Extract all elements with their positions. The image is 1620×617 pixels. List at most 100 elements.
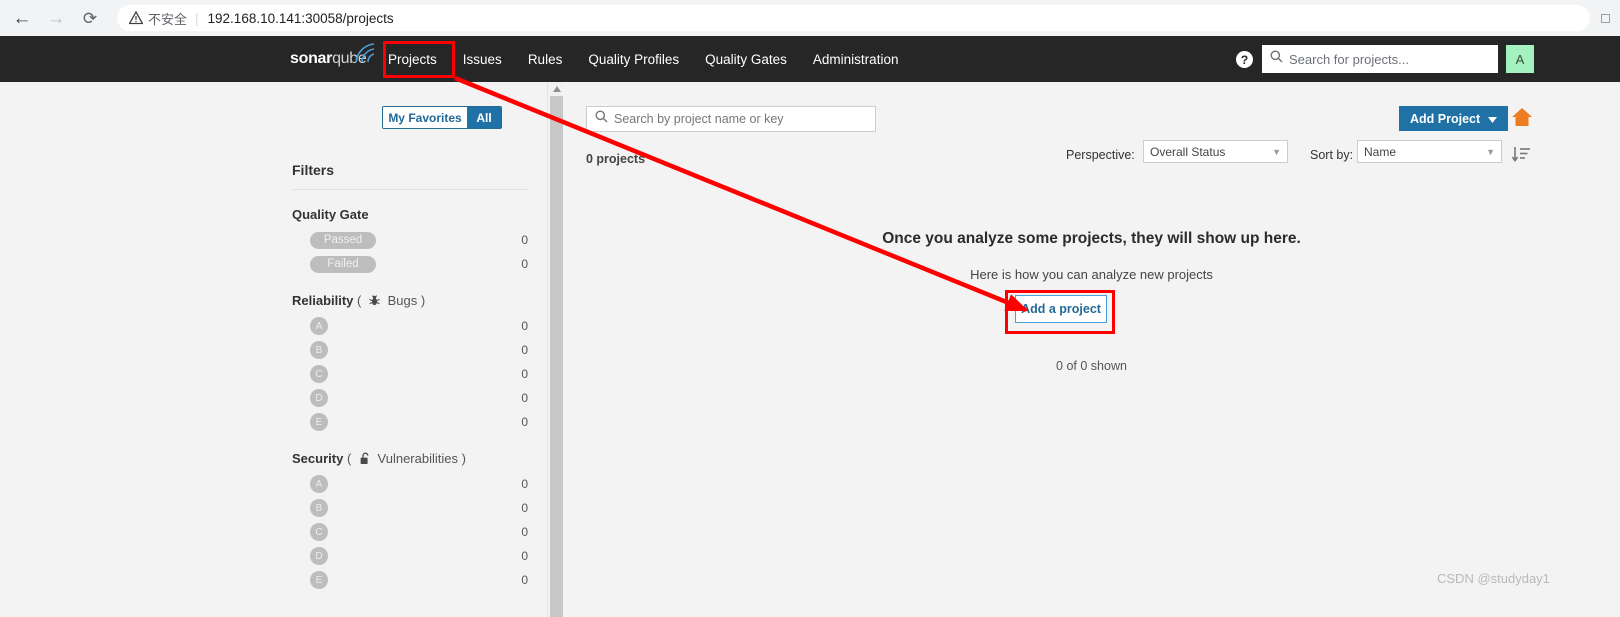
- bug-icon: [368, 294, 381, 307]
- add-a-project-button[interactable]: Add a project: [1015, 295, 1107, 323]
- nav-label: Projects: [388, 51, 437, 67]
- sort-by-select[interactable]: Name ▼: [1357, 140, 1502, 163]
- facet-count: 0: [521, 525, 528, 539]
- nav-label: Quality Profiles: [588, 51, 680, 67]
- logo-bold-text: sonar: [290, 50, 333, 67]
- search-icon: [595, 110, 608, 128]
- facet-count: 0: [521, 415, 528, 429]
- facet-row[interactable]: A 0: [292, 314, 528, 338]
- facet-row[interactable]: A 0: [292, 472, 528, 496]
- nav-item-rules[interactable]: Rules: [515, 36, 576, 82]
- logo-wave-icon: [355, 43, 375, 63]
- facet-count: 0: [521, 233, 528, 247]
- facet-row[interactable]: C 0: [292, 362, 528, 386]
- facet-quality-gate: Quality Gate Passed 0 Failed 0: [292, 207, 528, 276]
- facet-row[interactable]: E 0: [292, 410, 528, 434]
- facet-count: 0: [521, 343, 528, 357]
- search-icon: [1270, 50, 1283, 68]
- avatar-initial: A: [1515, 51, 1525, 67]
- url-text: 192.168.10.141:30058/projects: [207, 10, 394, 26]
- empty-state-heading: Once you analyze some projects, they wil…: [882, 230, 1301, 247]
- unlocked-padlock-icon: [358, 452, 371, 465]
- chevron-down-icon: [1488, 112, 1498, 126]
- forward-icon[interactable]: →: [39, 1, 73, 35]
- home-icon[interactable]: [1511, 107, 1533, 132]
- facet-row[interactable]: B 0: [292, 338, 528, 362]
- perspective-select[interactable]: Overall Status ▼: [1143, 140, 1288, 163]
- facet-name: Security: [292, 451, 344, 466]
- nav-label: Rules: [527, 51, 563, 67]
- help-question-icon[interactable]: ?: [1236, 51, 1253, 68]
- rating-pill-e: E: [310, 413, 328, 431]
- global-search-input[interactable]: Search for projects...: [1262, 45, 1498, 73]
- facet-title: Security ( Vulnerabilities ): [292, 451, 466, 466]
- toggle-my-favorites[interactable]: My Favorites: [383, 107, 467, 128]
- favorites-toggle[interactable]: My Favorites All: [382, 106, 502, 129]
- facet-row[interactable]: D 0: [292, 544, 528, 568]
- facet-name: Quality Gate: [292, 207, 369, 222]
- nav-label: Issues: [462, 51, 502, 67]
- global-search-placeholder: Search for projects...: [1289, 51, 1409, 67]
- facet-row[interactable]: Passed 0: [292, 228, 528, 252]
- browser-toolbar: ← → ⟳ 不安全 | 192.168.10.141:30058/project…: [0, 0, 1620, 36]
- project-search-placeholder: Search by project name or key: [614, 112, 784, 126]
- nav-item-quality-gates[interactable]: Quality Gates: [692, 36, 800, 82]
- nav-label: Administration: [812, 51, 899, 67]
- rating-pill-c: C: [310, 365, 328, 383]
- scroll-up-icon[interactable]: [550, 82, 563, 96]
- nav-item-administration[interactable]: Administration: [800, 36, 912, 82]
- page-body: My Favorites All Filters Quality Gate Pa…: [0, 82, 1620, 617]
- window-control-icon[interactable]: [1590, 13, 1620, 23]
- rating-pill-d: D: [310, 547, 328, 565]
- nav-item-quality-profiles[interactable]: Quality Profiles: [575, 36, 692, 82]
- facet-metric-label: Vulnerabilities: [377, 451, 458, 466]
- facet-row[interactable]: B 0: [292, 496, 528, 520]
- nav-label: Quality Gates: [705, 51, 787, 67]
- rating-pill-a: A: [310, 475, 328, 493]
- projects-main-panel: Search by project name or key 0 projects…: [563, 82, 1620, 617]
- facet-count: 0: [521, 367, 528, 381]
- rating-pill-d: D: [310, 389, 328, 407]
- address-bar[interactable]: 不安全 | 192.168.10.141:30058/projects: [117, 5, 1590, 31]
- gate-pill-passed: Passed: [310, 231, 376, 249]
- reload-icon[interactable]: ⟳: [73, 1, 107, 35]
- nav-item-issues[interactable]: Issues: [450, 36, 515, 82]
- project-search-input[interactable]: Search by project name or key: [586, 106, 876, 132]
- avatar[interactable]: A: [1506, 45, 1534, 73]
- facet-title: Quality Gate: [292, 207, 528, 222]
- facet-metric-label: Bugs: [387, 293, 418, 308]
- main-nav: Projects Issues Rules Quality Profiles Q…: [388, 36, 911, 82]
- rating-pill-b: B: [310, 341, 328, 359]
- nav-item-projects[interactable]: Projects: [388, 36, 450, 82]
- perspective-value: Overall Status: [1150, 144, 1226, 159]
- add-project-button[interactable]: Add Project: [1399, 106, 1509, 131]
- rating-pill-e: E: [310, 571, 328, 589]
- facet-row[interactable]: C 0: [292, 520, 528, 544]
- back-icon[interactable]: ←: [5, 1, 39, 35]
- facet-security: Security ( Vulnerabilities ) A 0 B 0 C 0…: [292, 451, 528, 592]
- add-project-label: Add Project: [1410, 111, 1481, 126]
- facet-reliability: Reliability ( Bugs ) A 0 B 0 C 0 D 0 E 0: [292, 293, 528, 434]
- project-count-label: 0 projects: [586, 152, 646, 166]
- facet-count: 0: [521, 477, 528, 491]
- chevron-down-icon: ▼: [1486, 146, 1495, 157]
- facet-name: Reliability: [292, 293, 354, 308]
- facet-row[interactable]: D 0: [292, 386, 528, 410]
- sort-descending-icon[interactable]: [1511, 146, 1531, 169]
- sidebar-scrollbar[interactable]: [550, 82, 563, 617]
- facet-row[interactable]: E 0: [292, 568, 528, 592]
- warning-triangle-icon: [129, 11, 143, 25]
- divider: [292, 189, 528, 190]
- facet-row[interactable]: Failed 0: [292, 252, 528, 276]
- facet-count: 0: [521, 573, 528, 587]
- security-label: 不安全: [148, 11, 188, 27]
- facet-title: Reliability ( Bugs ): [292, 293, 426, 308]
- facet-count: 0: [521, 501, 528, 515]
- scrollbar-thumb[interactable]: [550, 96, 563, 617]
- toggle-all[interactable]: All: [467, 107, 501, 128]
- sort-value: Name: [1364, 144, 1397, 159]
- rating-pill-a: A: [310, 317, 328, 335]
- filters-heading: Filters: [292, 162, 335, 178]
- rating-pill-c: C: [310, 523, 328, 541]
- chevron-down-icon: ▼: [1272, 146, 1281, 157]
